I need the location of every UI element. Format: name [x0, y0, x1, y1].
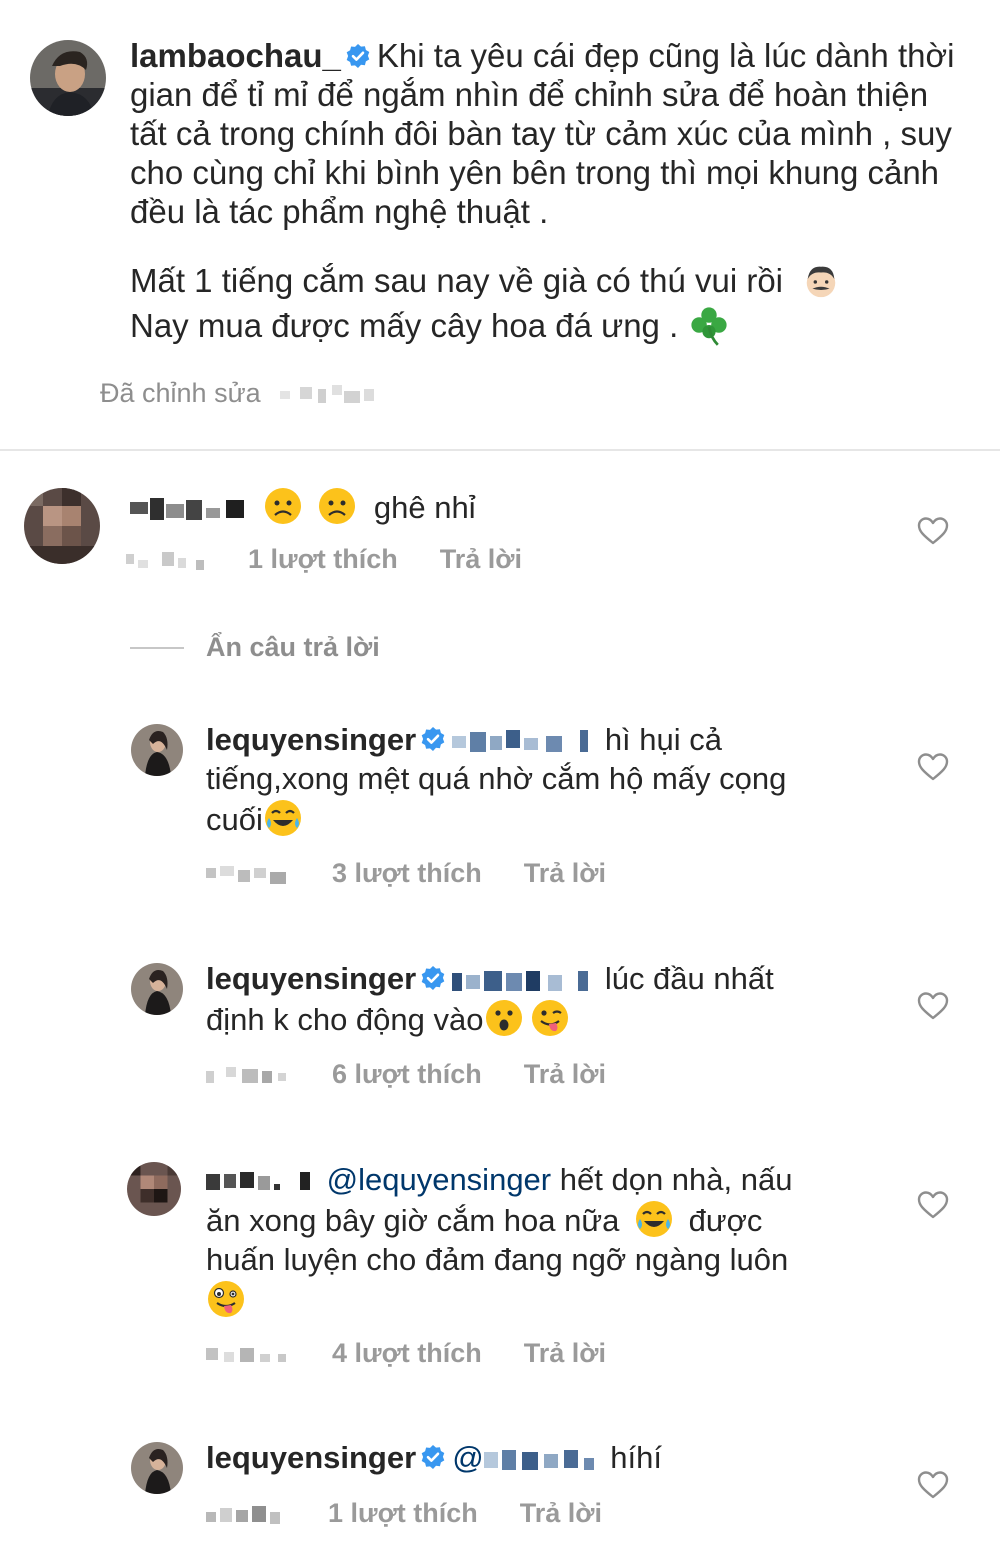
- caption-paragraph-2: Mất 1 tiếng cắm sau nay về già có thú vu…: [130, 259, 960, 348]
- comment-meta: 3 lượt thích Trả lời: [206, 858, 606, 889]
- comment-body-a: hết dọn nhà, nấu: [559, 1162, 793, 1197]
- comment-likes[interactable]: 3 lượt thích: [332, 858, 482, 889]
- commenter-avatar[interactable]: [127, 1162, 181, 1216]
- heart-outline-icon[interactable]: [917, 752, 949, 782]
- redacted-timestamp: [206, 1066, 286, 1083]
- comment-body-a: lúc đầu nhất: [604, 961, 774, 996]
- author-avatar[interactable]: [30, 40, 106, 116]
- redacted-timestamp: [280, 384, 375, 403]
- heart-outline-icon[interactable]: [917, 1190, 949, 1220]
- comment-likes[interactable]: 1 lượt thích: [248, 544, 398, 575]
- comment-likes[interactable]: 1 lượt thích: [328, 1498, 478, 1529]
- verified-badge-icon: [420, 965, 446, 991]
- man-face-emoji-icon: [806, 266, 836, 298]
- commenter-avatar[interactable]: [131, 1442, 183, 1494]
- reply-item: lequyensinger hì hụi cả tiếng,xong mệt q…: [0, 718, 960, 898]
- reply-item: lequyensinger @ híhí 1 lượt thích Trả lời: [0, 1436, 960, 1546]
- comment-text: ghê nhỉ: [130, 486, 890, 527]
- tears-of-joy-emoji-icon: [264, 800, 301, 836]
- worried-face-emoji-icon: [264, 488, 301, 524]
- comment-text: @lequyensinger hết dọn nhà, nấu ăn xong …: [206, 1160, 906, 1320]
- commenter-username[interactable]: lequyensinger: [206, 722, 416, 757]
- comment-body-a: híhí: [610, 1440, 663, 1475]
- caption-line-2: Nay mua được mấy cây hoa đá ưng .: [130, 307, 679, 344]
- comment-likes[interactable]: 4 lượt thích: [332, 1338, 482, 1369]
- zany-face-emoji-icon: [208, 1281, 244, 1317]
- redacted-timestamp: [126, 551, 204, 570]
- edited-label-row: Đã chỉnh sửa: [100, 378, 378, 409]
- caption-line-1: Mất 1 tiếng cắm sau nay về già có thú vu…: [130, 262, 784, 299]
- reply-button[interactable]: Trả lời: [524, 1338, 606, 1369]
- comment-body-c: cuối: [206, 802, 263, 837]
- reply-item: lequyensinger lúc đầu nhất định k cho độ…: [0, 957, 960, 1097]
- astonished-face-emoji-icon: [485, 1000, 522, 1036]
- redacted-mention[interactable]: [452, 965, 596, 997]
- comment-mention[interactable]: @lequyensinger: [327, 1162, 552, 1197]
- comment-item: ghê nhỉ 1 lượt thích Trả lời: [0, 480, 960, 600]
- commenter-username[interactable]: lequyensinger: [206, 961, 416, 996]
- comment-body-b: ăn xong bây giờ cắm hoa nữa: [206, 1203, 620, 1238]
- heart-outline-icon[interactable]: [917, 516, 949, 546]
- comment-text: lequyensinger hì hụi cả tiếng,xong mệt q…: [206, 720, 906, 839]
- comment-mention-prefix[interactable]: @: [452, 1440, 483, 1475]
- redacted-username[interactable]: [206, 1166, 318, 1198]
- hide-replies-line: [130, 646, 184, 649]
- worried-face-emoji-icon: [319, 488, 356, 524]
- commenter-avatar[interactable]: [131, 963, 183, 1015]
- commenter-avatar[interactable]: [24, 484, 100, 564]
- caption-divider: [0, 449, 1000, 451]
- hide-replies-label: Ẩn câu trả lời: [206, 632, 380, 662]
- redacted-mention[interactable]: [452, 726, 596, 758]
- redacted-timestamp: [206, 865, 286, 884]
- caption-text: lambaochau_ Khi ta yêu cái đẹp cũng là lú…: [130, 36, 960, 348]
- author-username[interactable]: lambaochau_: [130, 37, 341, 74]
- comment-meta: 4 lượt thích Trả lời: [206, 1338, 606, 1369]
- comment-likes[interactable]: 6 lượt thích: [332, 1059, 482, 1090]
- commenter-username[interactable]: lequyensinger: [206, 1440, 416, 1475]
- comment-body-b: định k cho động vào: [206, 1002, 484, 1037]
- comment-text: lequyensinger lúc đầu nhất định k cho độ…: [206, 959, 906, 1039]
- comment-meta: 6 lượt thích Trả lời: [206, 1059, 606, 1090]
- edited-label: Đã chỉnh sửa: [100, 378, 261, 408]
- hide-replies-toggle[interactable]: Ẩn câu trả lời: [130, 632, 380, 663]
- reply-button[interactable]: Trả lời: [440, 544, 522, 575]
- tears-of-joy-emoji-icon: [635, 1201, 672, 1237]
- redacted-mention[interactable]: [483, 1444, 602, 1476]
- comment-text: lequyensinger @ híhí: [206, 1438, 906, 1477]
- comment-meta: 1 lượt thích Trả lời: [126, 544, 522, 575]
- verified-badge-icon: [420, 726, 446, 752]
- reply-button[interactable]: Trả lời: [524, 1059, 606, 1090]
- verified-badge-icon: [420, 1444, 446, 1470]
- redacted-username: [130, 497, 244, 520]
- redacted-timestamp: [206, 1347, 286, 1362]
- winking-tongue-emoji-icon: [531, 1000, 568, 1036]
- reply-button[interactable]: Trả lời: [524, 858, 606, 889]
- heart-outline-icon[interactable]: [917, 991, 949, 1021]
- comment-body: ghê nhỉ: [373, 490, 476, 525]
- heart-outline-icon[interactable]: [917, 1470, 949, 1500]
- reply-item: @lequyensinger hết dọn nhà, nấu ăn xong …: [0, 1158, 960, 1378]
- comment-meta: 1 lượt thích Trả lời: [206, 1498, 602, 1529]
- reply-button[interactable]: Trả lời: [520, 1498, 602, 1529]
- verified-badge-icon: [345, 43, 371, 69]
- redacted-timestamp: [206, 1505, 280, 1524]
- commenter-avatar[interactable]: [131, 724, 183, 776]
- comment-body-a: hì hụi cả: [604, 722, 723, 757]
- shamrock-emoji-icon: [691, 307, 728, 346]
- comment-body-c: được: [688, 1203, 763, 1238]
- comment-body-b: tiếng,xong mệt quá nhờ cắm hộ mấy cọng: [206, 761, 787, 796]
- comment-body-d: huấn luyện cho đảm đang ngỡ ngàng luôn: [206, 1242, 789, 1277]
